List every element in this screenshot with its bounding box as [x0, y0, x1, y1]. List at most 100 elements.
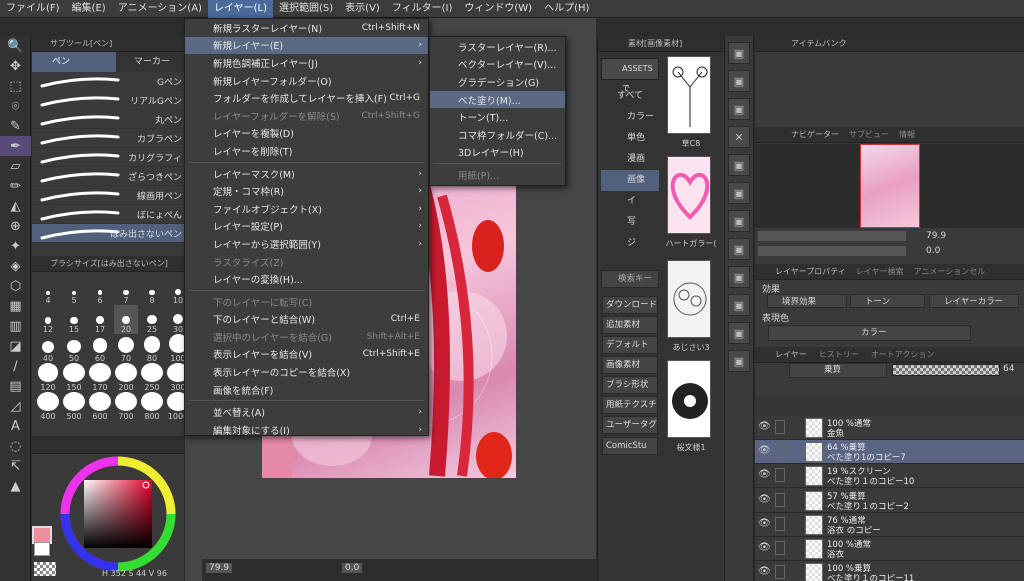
lock-toggle[interactable]: [775, 468, 785, 483]
brush-size-item[interactable]: 6: [88, 276, 112, 305]
text-tool-icon[interactable]: ▤: [0, 376, 31, 396]
color-history-icon[interactable]: ▣: [728, 294, 750, 316]
layer-menu-item[interactable]: 定規・コマ枠(R) ›: [185, 182, 428, 200]
layer-menu-item[interactable]: レイヤーマスク(M) ›: [185, 165, 428, 183]
layer-menu-item[interactable]: 新規レイヤーフォルダー(O): [185, 72, 428, 90]
material-category-button[interactable]: ComicStu: [602, 437, 658, 455]
brush-item[interactable]: はみ出さないペン: [32, 224, 184, 243]
menu-8[interactable]: ヘルプ(H): [538, 0, 595, 18]
layer-row[interactable]: 👁 100 %乗算 べた塗り１のコピー11: [755, 561, 1024, 581]
copy-icon[interactable]: ▣: [728, 210, 750, 232]
brush-size-item[interactable]: 50: [62, 334, 86, 363]
brush-tool-icon[interactable]: ✏: [0, 176, 31, 196]
brush-size-item[interactable]: 60: [88, 334, 112, 363]
layer-menu-item[interactable]: 表示レイヤーを結合(V) Ctrl+Shift+E: [185, 346, 428, 364]
material-thumbnail[interactable]: [667, 156, 711, 234]
material-tree-item[interactable]: 写: [601, 212, 659, 233]
eyedropper-tool-icon[interactable]: ✎: [0, 116, 31, 136]
color-set-icon[interactable]: ▣: [728, 266, 750, 288]
brush-size-item[interactable]: 170: [88, 363, 112, 392]
navigator-angle-slider[interactable]: [758, 246, 906, 256]
new-layer-item[interactable]: コマ枠フォルダー(C)...: [430, 126, 565, 144]
material-thumbnail[interactable]: [667, 360, 711, 438]
material-tree-item[interactable]: 単色: [601, 128, 659, 149]
layer-menu-item[interactable]: 表示レイヤーのコピーを結合(X): [185, 363, 428, 381]
material-category-button[interactable]: 用紙テクスチャ: [602, 396, 658, 414]
new-layer-item[interactable]: グラデーション(G): [430, 73, 565, 91]
layer-menu-item[interactable]: レイヤーを削除(T): [185, 142, 428, 160]
lock-toggle[interactable]: [775, 444, 785, 459]
layer-row[interactable]: 👁 19 %スクリーン べた塗り１のコピー10: [755, 464, 1024, 489]
lock-toggle[interactable]: [775, 420, 785, 434]
eye-icon[interactable]: 👁: [758, 494, 771, 505]
info-icon[interactable]: ▣: [728, 182, 750, 204]
tab-subview[interactable]: サブビュー: [849, 127, 889, 142]
lock-toggle[interactable]: [775, 565, 785, 580]
menu-2[interactable]: アニメーション(A): [112, 0, 208, 18]
color-wheel[interactable]: [58, 454, 178, 574]
ruler-tool-icon[interactable]: ∕: [0, 356, 31, 376]
eye-icon[interactable]: 👁: [758, 469, 771, 480]
brush-size-item[interactable]: 250: [140, 363, 164, 392]
new-layer-item[interactable]: ラスターレイヤー(R)...: [430, 38, 565, 56]
brush-item[interactable]: カリグラフィ: [32, 148, 184, 167]
menu-7[interactable]: ウィンドウ(W): [458, 0, 538, 18]
material-category-button[interactable]: ユーザータグ: [602, 416, 658, 434]
operation-tool-icon[interactable]: ◌: [0, 436, 31, 456]
expression-color-select[interactable]: カラー: [768, 325, 971, 341]
tab-layer[interactable]: レイヤー: [775, 347, 807, 362]
new-layer-item[interactable]: トーン(T)...: [430, 108, 565, 126]
layer-row[interactable]: 👁 57 %乗算 べた塗り１のコピー2: [755, 488, 1024, 513]
material-category-button[interactable]: ダウンロード: [602, 296, 658, 314]
new-layer-item[interactable]: 3Dレイヤー(H): [430, 144, 565, 162]
brush-item[interactable]: 丸ペン: [32, 110, 184, 129]
blend-mode-select[interactable]: 乗算: [789, 363, 887, 378]
material-tree-item[interactable]: カラー: [601, 107, 659, 128]
layer-menu-item[interactable]: レイヤー設定(P) ›: [185, 218, 428, 236]
layer-menu-item[interactable]: 並べ替え(A) ›: [185, 403, 428, 421]
eye-icon[interactable]: 👁: [758, 566, 771, 577]
tab-navigator[interactable]: ナビゲーター: [791, 127, 839, 142]
layer-menu-item[interactable]: ファイルオブジェクト(X) ›: [185, 200, 428, 218]
layer-menu-item[interactable]: フォルダーを作成してレイヤーを挿入(F) Ctrl+G: [185, 89, 428, 107]
material-category-button[interactable]: デフォルト: [602, 336, 658, 354]
decoration-tool-icon[interactable]: ⊕: [0, 216, 31, 236]
lock-toggle[interactable]: [775, 516, 785, 531]
fill-tool-icon[interactable]: ⬡: [0, 276, 31, 296]
canvas-angle-value[interactable]: 0.0: [342, 563, 363, 573]
zoom-tool-icon[interactable]: 🔍: [0, 36, 31, 56]
tab-info[interactable]: 情報: [899, 127, 915, 142]
tone-effect-button[interactable]: トーン: [850, 294, 925, 308]
opacity-slider[interactable]: [892, 364, 1000, 376]
layer-row[interactable]: 👁 100 %通常 浴衣: [755, 537, 1024, 561]
tab-layer-search[interactable]: レイヤー検索: [856, 264, 904, 279]
brush-item[interactable]: カブラペン: [32, 129, 184, 148]
navigator-angle-value[interactable]: 0.0: [926, 246, 940, 256]
brush-size-item[interactable]: 700: [114, 392, 138, 421]
layer-menu-item[interactable]: レイヤーから選択範囲(Y) ›: [185, 235, 428, 253]
menu-6[interactable]: フィルター(I): [386, 0, 459, 18]
material-category-button[interactable]: 追加素材: [602, 316, 658, 334]
brush-size-item[interactable]: 8: [140, 276, 164, 305]
eraser-tool-icon[interactable]: ✦: [0, 236, 31, 256]
sub-color-swatch[interactable]: [34, 542, 50, 556]
lock-toggle[interactable]: [775, 541, 785, 555]
menu-5[interactable]: 表示(V): [339, 0, 386, 18]
subview-icon[interactable]: ▣: [728, 322, 750, 344]
gradient-tool-icon[interactable]: ▦: [0, 296, 31, 316]
transparent-swatch[interactable]: [34, 562, 56, 576]
brush-size-item[interactable]: 20: [114, 305, 138, 334]
layer-move-tool-icon[interactable]: ↸: [0, 456, 31, 476]
select-tool-icon[interactable]: ⬚: [0, 76, 31, 96]
brush-item[interactable]: 線画用ペン: [32, 186, 184, 205]
eye-icon[interactable]: 👁: [758, 421, 771, 432]
menu-1[interactable]: 編集(E): [66, 0, 112, 18]
brush-size-item[interactable]: 80: [140, 334, 164, 363]
brush-size-item[interactable]: 17: [88, 305, 112, 334]
navigator-zoom-value[interactable]: 79.9: [926, 231, 946, 241]
layer-row[interactable]: 👁 64 %乗算 べた塗り1のコピー7: [755, 440, 1024, 465]
brush-item[interactable]: ぼにょぺん: [32, 205, 184, 224]
menu-4[interactable]: 選択範囲(S): [273, 0, 339, 18]
layer-color-button[interactable]: レイヤーカラー: [929, 294, 1019, 308]
shape-tool-icon[interactable]: ▲: [0, 476, 31, 496]
